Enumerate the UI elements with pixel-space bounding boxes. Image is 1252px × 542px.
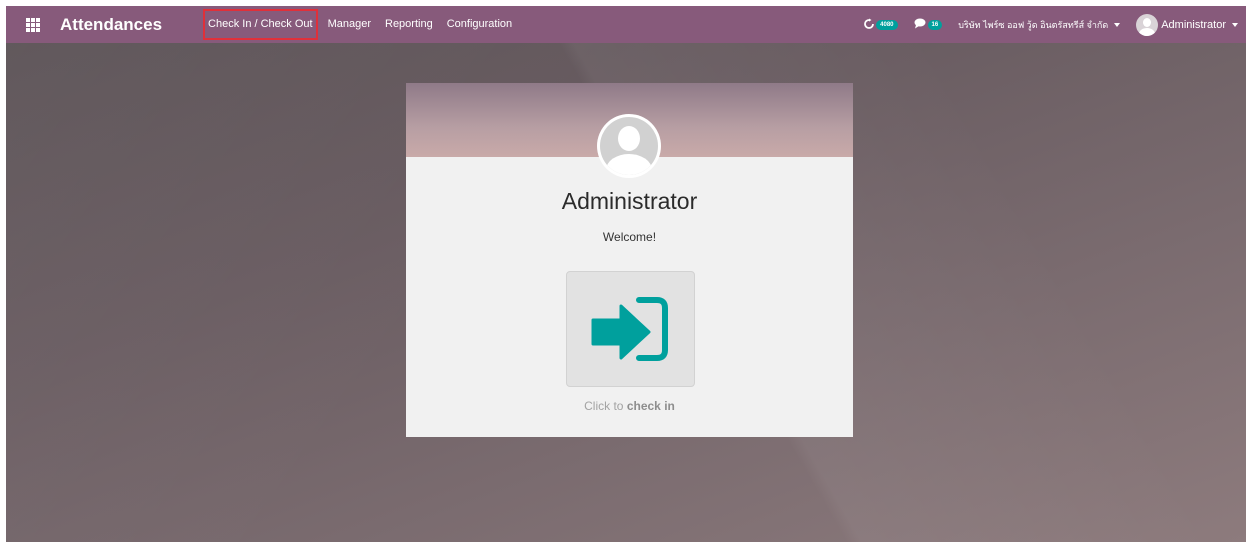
sign-in-icon xyxy=(591,297,668,361)
user-menu[interactable]: Administrator xyxy=(1136,13,1238,36)
activity-count-badge: 4080 xyxy=(876,19,898,30)
messages-count-badge: 16 xyxy=(927,19,943,30)
menu-item-configuration[interactable]: Configuration xyxy=(440,6,519,43)
attendance-card: Administrator Welcome! Click to check in xyxy=(406,83,853,437)
menu-item-manager[interactable]: Manager xyxy=(321,6,378,43)
company-switcher[interactable]: บริษัท ไพร์ซ ออฟ วู้ด อินตรัสทรีส์ จำกัด xyxy=(958,18,1121,32)
apps-grid-icon[interactable] xyxy=(26,17,40,32)
app-title[interactable]: Attendances xyxy=(60,15,162,35)
activity-menu[interactable]: 4080 xyxy=(863,18,898,32)
check-in-hint: Click to check in xyxy=(406,399,853,413)
chat-icon xyxy=(914,18,927,31)
welcome-message: Welcome! xyxy=(602,230,657,244)
clock-icon xyxy=(863,18,875,32)
main-content: Administrator Welcome! Click to check in xyxy=(6,43,1246,542)
company-name: บริษัท ไพร์ซ ออฟ วู้ด อินตรัสทรีส์ จำกัด xyxy=(958,19,1109,30)
hint-prefix: Click to xyxy=(584,399,624,413)
employee-avatar xyxy=(597,114,661,178)
avatar xyxy=(1136,13,1159,36)
menu-item-check-in-check-out[interactable]: Check In / Check Out xyxy=(200,6,321,43)
chevron-down-icon xyxy=(1232,22,1238,27)
top-navbar: Attendances Check In / Check Out Manager… xyxy=(6,6,1246,43)
main-menu: Check In / Check Out Manager Reporting C… xyxy=(200,6,519,43)
chevron-down-icon xyxy=(1114,22,1121,27)
app-window: Attendances Check In / Check Out Manager… xyxy=(6,6,1246,542)
employee-name: Administrator xyxy=(561,188,698,214)
hint-action: check in xyxy=(626,399,675,413)
check-in-button[interactable] xyxy=(566,271,695,387)
messaging-menu[interactable]: 16 xyxy=(914,18,943,31)
menu-item-reporting[interactable]: Reporting xyxy=(378,6,440,43)
user-name: Administrator xyxy=(1161,18,1226,31)
systray: 4080 16 บริษัท ไพร์ซ ออฟ วู้ด อินตรัสทรี… xyxy=(863,6,1246,43)
